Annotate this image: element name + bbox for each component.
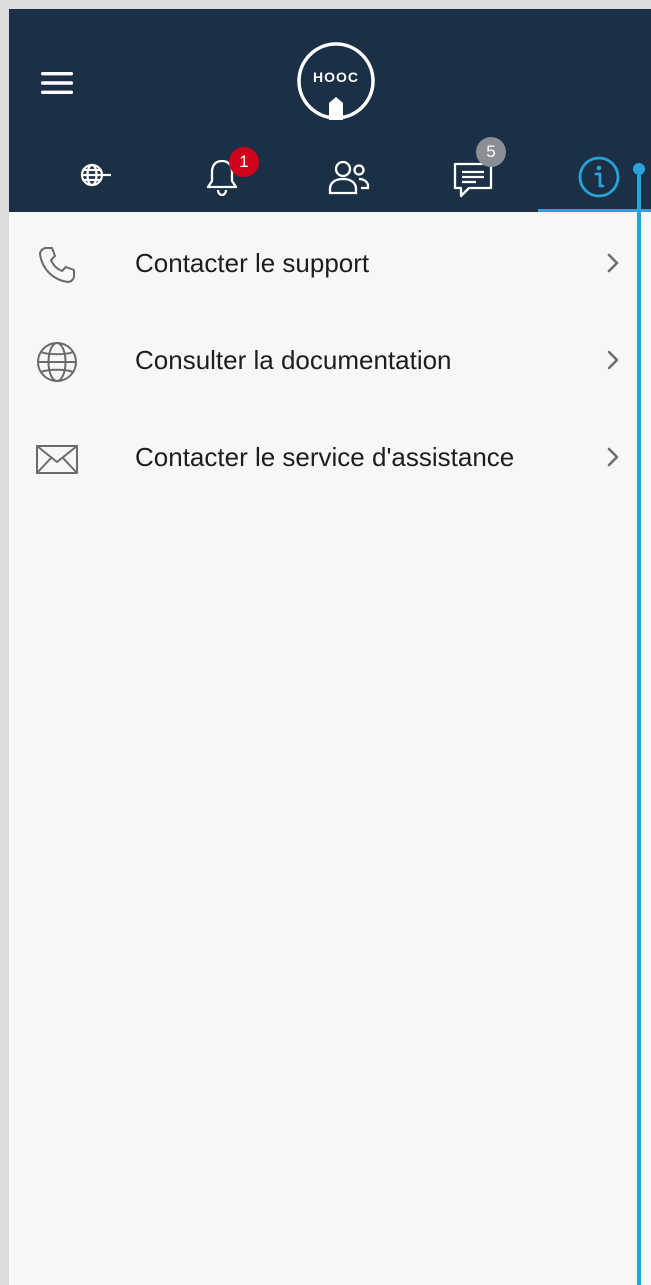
globe-icon — [33, 338, 81, 386]
info-icon — [578, 156, 620, 198]
list-item-label: Contacter le service d'assistance — [135, 442, 515, 472]
active-tab-indicator — [538, 209, 651, 212]
phone-icon — [33, 241, 81, 289]
tab-network[interactable] — [42, 139, 152, 212]
chevron-right-icon — [607, 350, 619, 370]
chevron-right-icon — [607, 447, 619, 467]
messages-badge: 5 — [476, 137, 506, 167]
list-item-contact-support[interactable]: Contacter le support — [9, 215, 637, 312]
scroll-indicator-line — [637, 175, 641, 1285]
list-item-label: Contacter le support — [135, 248, 370, 278]
list-item-documentation[interactable]: Consulter la documentation — [9, 312, 637, 409]
logo-text: HOOC — [313, 69, 359, 85]
tab-info[interactable] — [544, 139, 651, 212]
users-icon — [328, 160, 370, 195]
app-header: HOOC 1 5 — [9, 9, 651, 212]
info-menu-list: Contacter le support Consulter la docume… — [9, 215, 637, 506]
hooc-logo: HOOC — [296, 41, 376, 121]
tab-messages[interactable]: 5 — [418, 137, 528, 212]
list-item-assistance-service[interactable]: Contacter le service d'assistance — [9, 409, 637, 506]
app-screen: HOOC 1 5 Contacter le support Consulter … — [9, 9, 651, 1285]
tab-bar: 1 5 — [9, 137, 651, 212]
list-item-label: Consulter la documentation — [135, 345, 452, 375]
menu-button[interactable] — [33, 61, 81, 105]
tab-contacts[interactable] — [294, 139, 404, 212]
hamburger-menu-icon — [41, 72, 73, 94]
globe-plug-icon — [80, 163, 111, 187]
tab-notifications[interactable]: 1 — [167, 139, 277, 212]
envelope-icon — [33, 435, 81, 483]
scroll-indicator-dot — [633, 163, 645, 175]
notifications-badge: 1 — [229, 147, 259, 177]
chevron-right-icon — [607, 253, 619, 273]
